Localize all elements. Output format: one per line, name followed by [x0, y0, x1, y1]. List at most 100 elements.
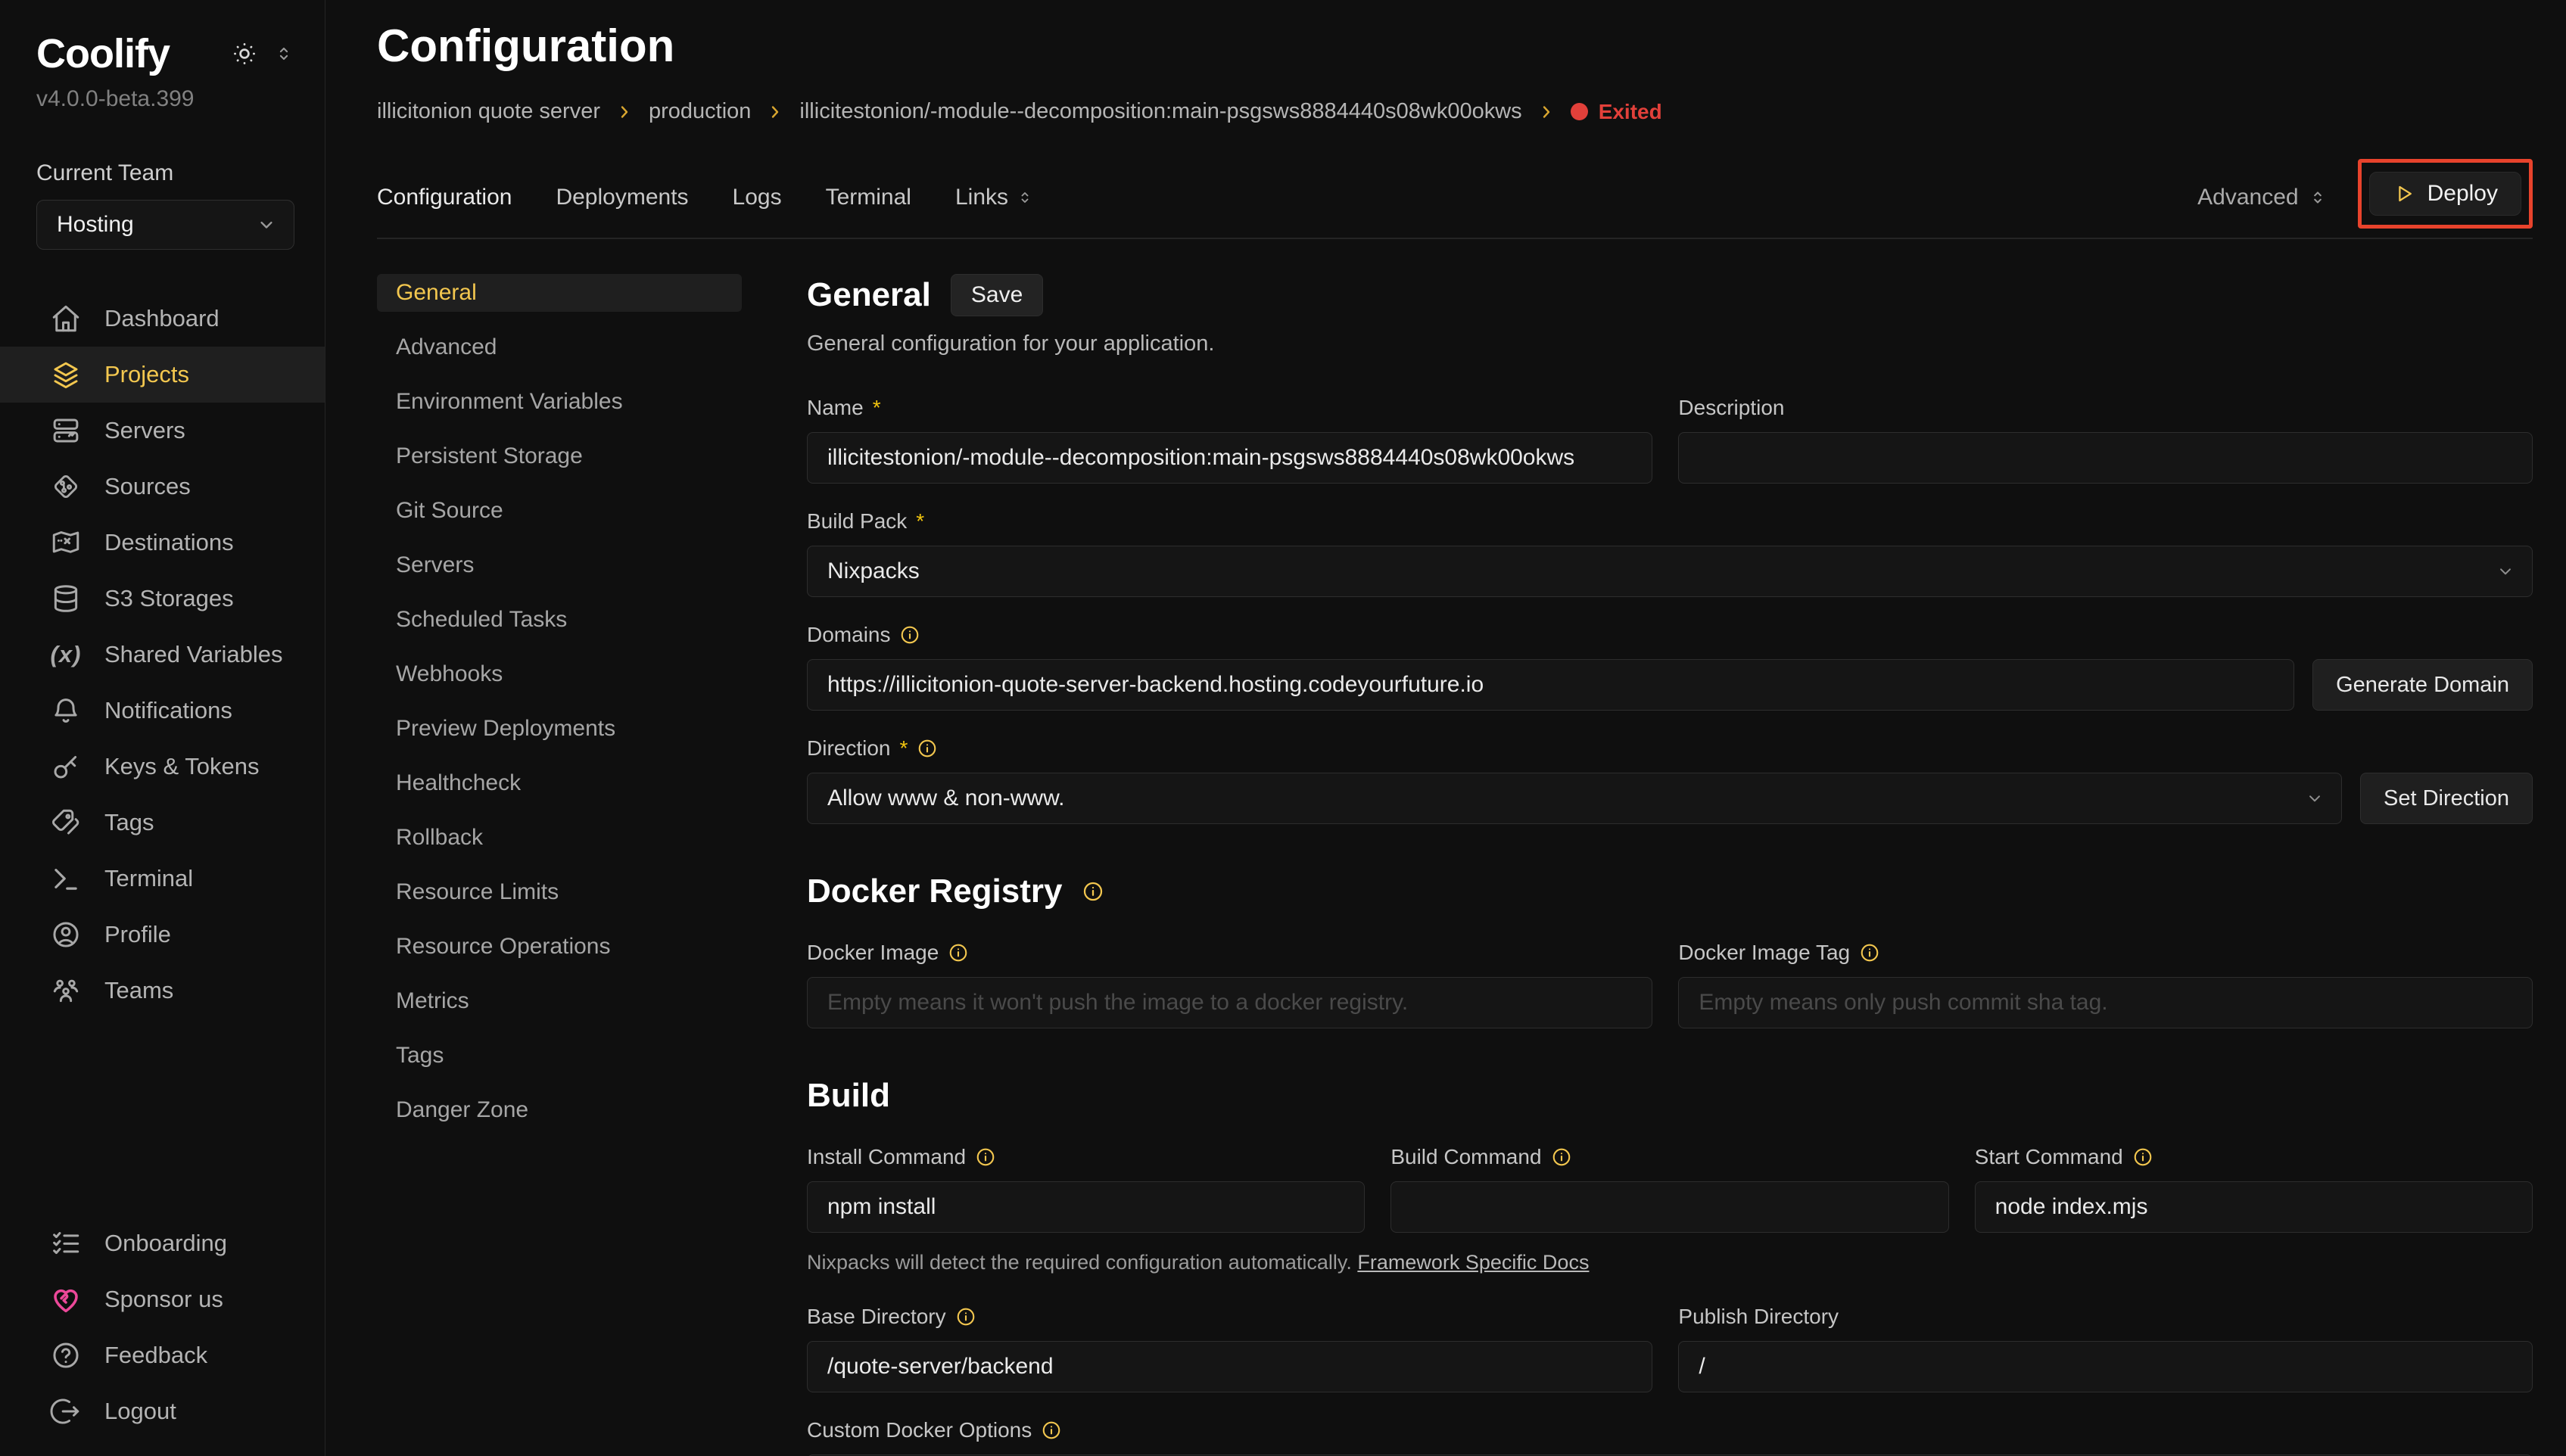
subnav-item-resource-limits[interactable]: Resource Limits: [377, 873, 742, 911]
docker-image-tag-input[interactable]: [1678, 977, 2533, 1028]
subnav-item-git-source[interactable]: Git Source: [377, 492, 742, 530]
subnav-item-metrics[interactable]: Metrics: [377, 982, 742, 1020]
database-icon: [50, 583, 82, 614]
theme-switch-chevrons-icon[interactable]: [273, 43, 294, 64]
tag-icon: [50, 807, 82, 838]
breadcrumb-project[interactable]: illicitonion quote server: [377, 99, 600, 124]
sidebar-item-label: Shared Variables: [104, 641, 283, 668]
sidebar-item-servers[interactable]: Servers: [0, 403, 325, 459]
sidebar-item-label: Terminal: [104, 865, 193, 892]
publish-directory-input[interactable]: [1678, 1341, 2533, 1392]
domains-label: Domains: [807, 623, 2533, 647]
sidebar-item-keys-tokens[interactable]: Keys & Tokens: [0, 739, 325, 795]
domains-input[interactable]: [807, 659, 2294, 711]
sidebar-item-logout[interactable]: Logout: [0, 1383, 325, 1439]
breadcrumb-environment[interactable]: production: [649, 99, 751, 124]
sidebar-footer: Onboarding Sponsor us Feedback Logout: [0, 1215, 325, 1456]
subnav-item-healthcheck[interactable]: Healthcheck: [377, 764, 742, 802]
name-label: Name*: [807, 396, 1652, 420]
sidebar-item-projects[interactable]: Projects: [0, 347, 325, 403]
start-command-input[interactable]: [1975, 1181, 2533, 1233]
sidebar-item-label: Servers: [104, 417, 185, 444]
sidebar-item-tags[interactable]: Tags: [0, 795, 325, 851]
subnav-item-advanced[interactable]: Advanced: [377, 328, 742, 366]
tab-terminal[interactable]: Terminal: [826, 185, 911, 210]
advanced-toggle[interactable]: Advanced: [2197, 185, 2327, 210]
sidebar-item-terminal[interactable]: Terminal: [0, 851, 325, 907]
required-marker: *: [873, 396, 881, 420]
sidebar-item-onboarding[interactable]: Onboarding: [0, 1215, 325, 1271]
subnav-item-environment-variables[interactable]: Environment Variables: [377, 383, 742, 421]
sidebar-item-label: Feedback: [104, 1342, 207, 1369]
advanced-label: Advanced: [2197, 185, 2298, 210]
name-input[interactable]: [807, 432, 1652, 484]
docker-image-tag-label: Docker Image Tag: [1678, 941, 2533, 965]
theme-sun-icon[interactable]: [231, 40, 258, 67]
subnav-item-webhooks[interactable]: Webhooks: [377, 655, 742, 693]
tab-configuration[interactable]: Configuration: [377, 185, 512, 210]
sidebar-item-sources[interactable]: Sources: [0, 459, 325, 515]
info-icon: [1082, 880, 1104, 903]
section-title-docker-registry: Docker Registry: [807, 873, 1062, 910]
sidebar-item-label: Projects: [104, 361, 189, 388]
sidebar-item-shared-variables[interactable]: (x) Shared Variables: [0, 627, 325, 683]
checklist-icon: [50, 1227, 82, 1259]
chevrons-up-down-icon: [2308, 188, 2328, 207]
install-command-input[interactable]: [807, 1181, 1365, 1233]
sidebar-item-label: Sponsor us: [104, 1286, 223, 1313]
user-circle-icon: [50, 919, 82, 950]
sidebar-item-s3-storages[interactable]: S3 Storages: [0, 571, 325, 627]
status-label: Exited: [1599, 100, 1662, 124]
chevrons-up-down-icon: [1016, 188, 1034, 207]
sidebar-item-label: Sources: [104, 473, 191, 500]
build-command-input[interactable]: [1390, 1181, 1948, 1233]
subnav-item-servers[interactable]: Servers: [377, 546, 742, 584]
subnav-item-persistent-storage[interactable]: Persistent Storage: [377, 437, 742, 475]
team-select-value: Hosting: [57, 212, 134, 238]
section-title-build: Build: [807, 1077, 890, 1115]
sidebar-item-label: Onboarding: [104, 1230, 227, 1257]
tab-deployments[interactable]: Deployments: [556, 185, 688, 210]
description-input[interactable]: [1678, 432, 2533, 484]
sidebar-item-notifications[interactable]: Notifications: [0, 683, 325, 739]
subnav-item-rollback[interactable]: Rollback: [377, 819, 742, 857]
subnav-item-scheduled-tasks[interactable]: Scheduled Tasks: [377, 601, 742, 639]
logout-icon: [50, 1395, 82, 1427]
build-pack-select[interactable]: Nixpacks: [807, 546, 2533, 597]
team-select[interactable]: Hosting: [36, 200, 294, 250]
sidebar-item-label: S3 Storages: [104, 585, 234, 612]
set-direction-button[interactable]: Set Direction: [2360, 773, 2533, 824]
subnav-item-danger-zone[interactable]: Danger Zone: [377, 1091, 742, 1129]
deploy-button[interactable]: Deploy: [2369, 172, 2521, 216]
docker-image-label: Docker Image: [807, 941, 1652, 965]
sidebar-item-teams[interactable]: Teams: [0, 963, 325, 1019]
subnav-item-preview-deployments[interactable]: Preview Deployments: [377, 710, 742, 748]
sidebar-item-sponsor-us[interactable]: Sponsor us: [0, 1271, 325, 1327]
settings-subnav: General Advanced Environment Variables P…: [377, 274, 742, 1456]
sidebar-item-label: Profile: [104, 921, 171, 948]
required-marker: *: [916, 509, 924, 534]
sidebar-item-profile[interactable]: Profile: [0, 907, 325, 963]
generate-domain-button[interactable]: Generate Domain: [2312, 659, 2533, 711]
tab-links[interactable]: Links: [955, 185, 1034, 210]
subnav-item-resource-operations[interactable]: Resource Operations: [377, 928, 742, 966]
build-pack-label: Build Pack*: [807, 509, 2533, 534]
sidebar-item-destinations[interactable]: Destinations: [0, 515, 325, 571]
direction-value: Allow www & non-www.: [827, 786, 1064, 811]
sidebar-item-dashboard[interactable]: Dashboard: [0, 291, 325, 347]
framework-docs-link[interactable]: Framework Specific Docs: [1357, 1251, 1589, 1274]
info-icon: [2132, 1146, 2153, 1168]
breadcrumb-resource[interactable]: illicitestonion/-module--decomposition:m…: [799, 99, 1521, 124]
base-directory-input[interactable]: [807, 1341, 1652, 1392]
direction-select[interactable]: Allow www & non-www.: [807, 773, 2342, 824]
git-icon: [50, 471, 82, 502]
tab-logs[interactable]: Logs: [733, 185, 782, 210]
sidebar-item-feedback[interactable]: Feedback: [0, 1327, 325, 1383]
docker-image-input[interactable]: [807, 977, 1652, 1028]
subnav-item-general[interactable]: General: [377, 274, 742, 312]
save-button[interactable]: Save: [951, 274, 1043, 316]
status-dot-icon: [1571, 103, 1588, 120]
subnav-item-tags[interactable]: Tags: [377, 1037, 742, 1075]
bell-icon: [50, 695, 82, 726]
chevron-down-icon: [2496, 562, 2515, 581]
